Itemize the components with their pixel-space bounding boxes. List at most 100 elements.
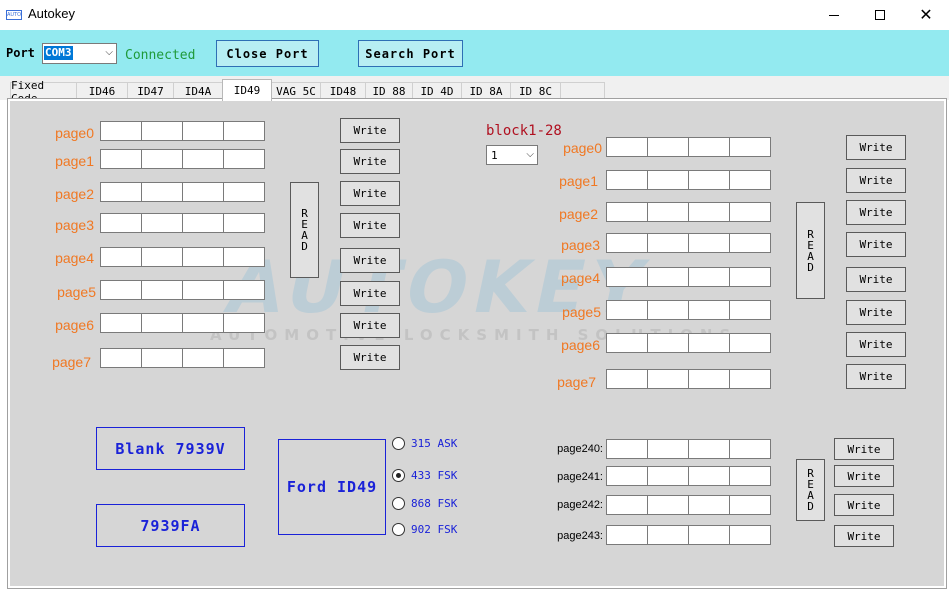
hex-byte-input[interactable] — [141, 182, 183, 202]
hex-byte-input[interactable] — [688, 267, 730, 287]
tab-id4a[interactable]: ID4A — [173, 82, 223, 100]
minimize-button[interactable] — [811, 0, 857, 30]
hex-byte-input[interactable] — [606, 495, 648, 515]
hex-byte-input[interactable] — [223, 149, 265, 169]
close-window-button[interactable]: ✕ — [903, 0, 949, 30]
left-page0-write-button[interactable]: Write — [340, 118, 400, 143]
tab-id48[interactable]: ID48 — [320, 82, 366, 100]
right-page3-write-button[interactable]: Write — [846, 232, 906, 257]
hex-byte-input[interactable] — [647, 495, 689, 515]
port-select[interactable]: COM3 ⌵ — [42, 43, 117, 64]
hex-byte-input[interactable] — [606, 202, 648, 222]
page241-write-button[interactable]: Write — [834, 465, 894, 487]
left-read-button[interactable]: R E A D — [290, 182, 319, 278]
hex-byte-input[interactable] — [729, 495, 771, 515]
hex-byte-input[interactable] — [606, 300, 648, 320]
hex-byte-input[interactable] — [223, 348, 265, 368]
hex-byte-input[interactable] — [223, 121, 265, 141]
hex-byte-input[interactable] — [100, 247, 142, 267]
left-page6-write-button[interactable]: Write — [340, 313, 400, 338]
hex-byte-input[interactable] — [223, 247, 265, 267]
left-page4-write-button[interactable]: Write — [340, 248, 400, 273]
hex-byte-input[interactable] — [606, 369, 648, 389]
hex-byte-input[interactable] — [647, 170, 689, 190]
hex-byte-input[interactable] — [141, 313, 183, 333]
search-port-button[interactable]: Search Port — [358, 40, 463, 67]
hex-byte-input[interactable] — [729, 525, 771, 545]
hex-byte-input[interactable] — [100, 182, 142, 202]
block-select[interactable]: 1 ⌵ — [486, 145, 538, 165]
hex-byte-input[interactable] — [141, 247, 183, 267]
hex-byte-input[interactable] — [729, 202, 771, 222]
hex-byte-input[interactable] — [223, 213, 265, 233]
hex-byte-input[interactable] — [141, 149, 183, 169]
hex-byte-input[interactable] — [688, 233, 730, 253]
hex-byte-input[interactable] — [688, 202, 730, 222]
maximize-button[interactable] — [857, 0, 903, 30]
hex-byte-input[interactable] — [606, 466, 648, 486]
tab-vag-5c[interactable]: VAG 5C — [271, 82, 321, 100]
hex-byte-input[interactable] — [729, 439, 771, 459]
hex-byte-input[interactable] — [182, 348, 224, 368]
radio-902-fsk[interactable]: 902 FSK — [392, 523, 457, 536]
hex-byte-input[interactable] — [729, 333, 771, 353]
hex-byte-input[interactable] — [647, 369, 689, 389]
hex-byte-input[interactable] — [100, 213, 142, 233]
left-page3-write-button[interactable]: Write — [340, 213, 400, 238]
tab-fixed-code[interactable]: Fixed Code — [10, 79, 77, 105]
right-page0-write-button[interactable]: Write — [846, 135, 906, 160]
config-read-button[interactable]: R E A D — [796, 459, 825, 521]
tab-id-8c[interactable]: ID 8C — [510, 82, 561, 100]
tab-id49[interactable]: ID49 — [222, 79, 272, 101]
hex-byte-input[interactable] — [647, 300, 689, 320]
hex-byte-input[interactable] — [606, 525, 648, 545]
hex-byte-input[interactable] — [182, 149, 224, 169]
tab-id47[interactable]: ID47 — [127, 82, 174, 100]
radio-868-fsk[interactable]: 868 FSK — [392, 497, 457, 510]
hex-byte-input[interactable] — [606, 137, 648, 157]
hex-byte-input[interactable] — [182, 313, 224, 333]
hex-byte-input[interactable] — [100, 313, 142, 333]
tab-id-88[interactable]: ID 88 — [365, 82, 413, 100]
right-page1-write-button[interactable]: Write — [846, 168, 906, 193]
left-page5-write-button[interactable]: Write — [340, 281, 400, 306]
hex-byte-input[interactable] — [647, 267, 689, 287]
hex-byte-input[interactable] — [688, 300, 730, 320]
hex-byte-input[interactable] — [223, 313, 265, 333]
right-page6-write-button[interactable]: Write — [846, 332, 906, 357]
left-page2-write-button[interactable]: Write — [340, 181, 400, 206]
hex-byte-input[interactable] — [100, 121, 142, 141]
7939fa-button[interactable]: 7939FA — [96, 504, 245, 547]
tab-id-8a[interactable]: ID 8A — [461, 82, 511, 100]
hex-byte-input[interactable] — [606, 170, 648, 190]
hex-byte-input[interactable] — [100, 348, 142, 368]
hex-byte-input[interactable] — [182, 213, 224, 233]
right-page4-write-button[interactable]: Write — [846, 267, 906, 292]
hex-byte-input[interactable] — [688, 333, 730, 353]
right-read-button[interactable]: R E A D — [796, 202, 825, 299]
hex-byte-input[interactable] — [688, 170, 730, 190]
right-page2-write-button[interactable]: Write — [846, 200, 906, 225]
hex-byte-input[interactable] — [141, 348, 183, 368]
hex-byte-input[interactable] — [729, 267, 771, 287]
page243-write-button[interactable]: Write — [834, 525, 894, 547]
hex-byte-input[interactable] — [606, 439, 648, 459]
hex-byte-input[interactable] — [729, 300, 771, 320]
hex-byte-input[interactable] — [647, 137, 689, 157]
blank-7939v-button[interactable]: Blank 7939V — [96, 427, 245, 470]
hex-byte-input[interactable] — [729, 137, 771, 157]
hex-byte-input[interactable] — [688, 137, 730, 157]
hex-byte-input[interactable] — [688, 439, 730, 459]
hex-byte-input[interactable] — [688, 466, 730, 486]
hex-byte-input[interactable] — [647, 333, 689, 353]
hex-byte-input[interactable] — [182, 121, 224, 141]
hex-byte-input[interactable] — [606, 333, 648, 353]
hex-byte-input[interactable] — [182, 182, 224, 202]
hex-byte-input[interactable] — [647, 525, 689, 545]
page240-write-button[interactable]: Write — [834, 438, 894, 460]
hex-byte-input[interactable] — [100, 149, 142, 169]
hex-byte-input[interactable] — [729, 369, 771, 389]
hex-byte-input[interactable] — [606, 233, 648, 253]
right-page5-write-button[interactable]: Write — [846, 300, 906, 325]
hex-byte-input[interactable] — [223, 182, 265, 202]
